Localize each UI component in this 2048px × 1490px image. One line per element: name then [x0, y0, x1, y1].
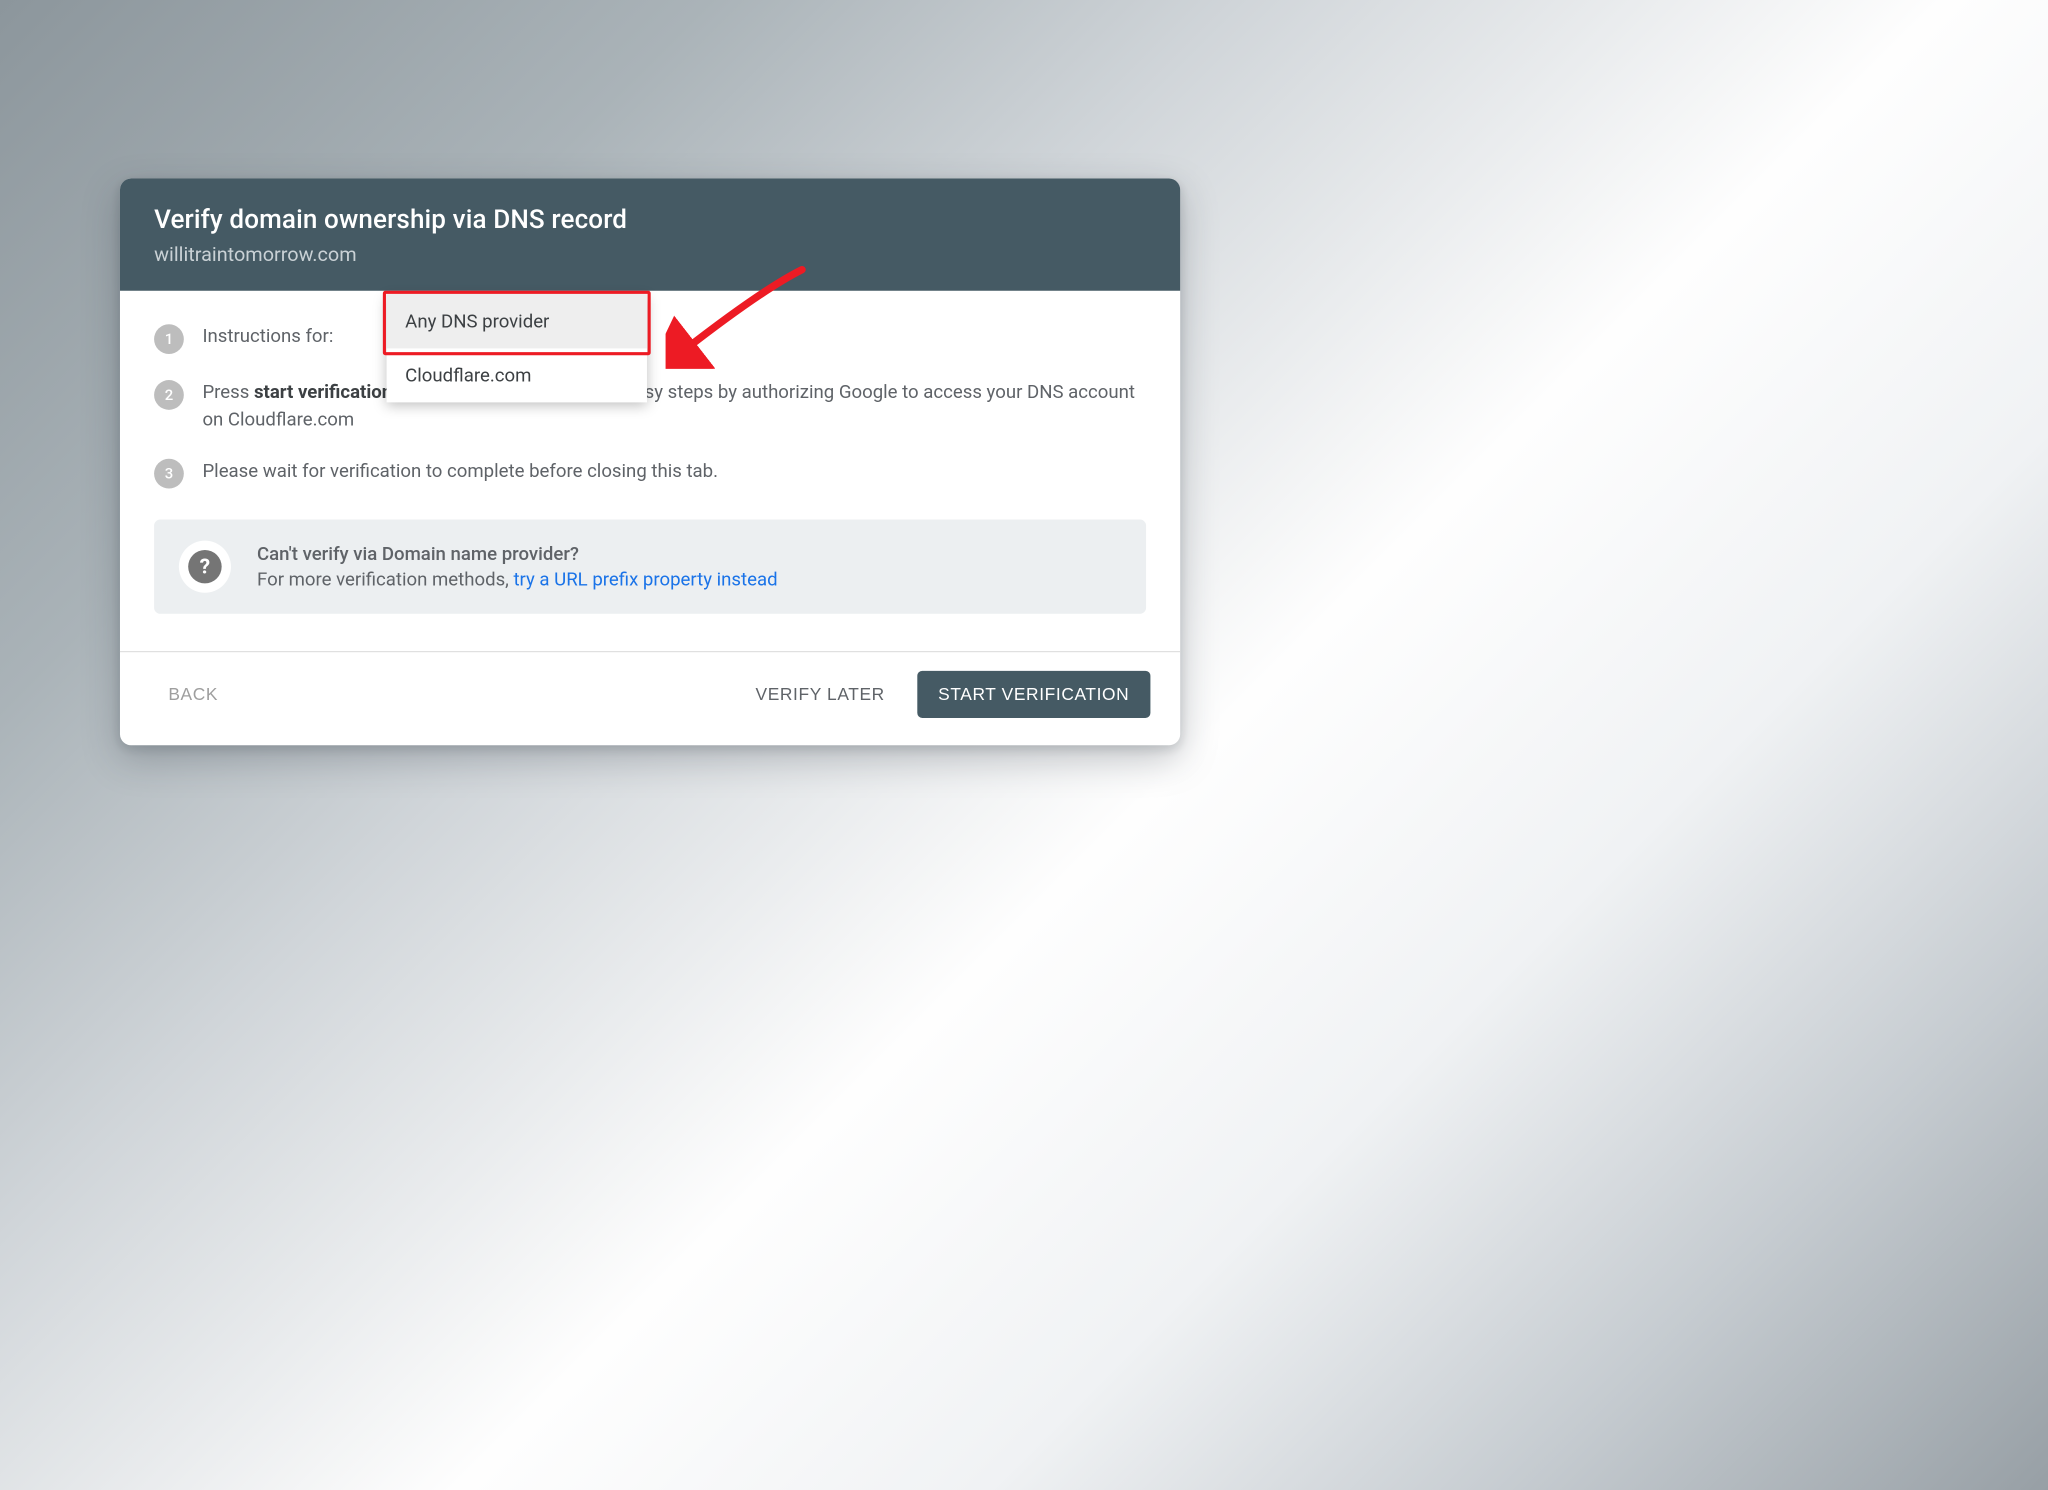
dropdown-menu: Any DNS provider Cloudflare.com [387, 295, 647, 403]
step-number-3: 3 [154, 459, 184, 489]
start-verification-button[interactable]: START VERIFICATION [917, 671, 1150, 718]
step-2-text: Press start verification below and verif… [202, 379, 1146, 433]
step-1-text: Instructions for: [202, 323, 333, 350]
step-2-prefix: Press [202, 381, 254, 403]
dropdown-option-any[interactable]: Any DNS provider [387, 295, 647, 349]
alt-method-body: For more verification methods, try a URL… [257, 569, 778, 591]
step-2-bold: start verification [254, 381, 392, 403]
step-number-2: 2 [154, 380, 184, 410]
dialog-subtitle: willitraintomorrow.com [154, 242, 1146, 266]
alt-method-text: Can't verify via Domain name provider? F… [257, 543, 778, 590]
footer-right: VERIFY LATER START VERIFICATION [737, 671, 1151, 718]
dropdown-option-cloudflare[interactable]: Cloudflare.com [387, 348, 647, 402]
help-icon: ? [179, 541, 231, 593]
dialog-title: Verify domain ownership via DNS record [154, 205, 1146, 235]
verify-later-button[interactable]: VERIFY LATER [737, 671, 904, 718]
url-prefix-link[interactable]: try a URL prefix property instead [513, 569, 777, 591]
dns-provider-dropdown[interactable]: Any DNS provider Cloudflare.com [387, 295, 647, 403]
step-3-text: Please wait for verification to complete… [202, 458, 718, 485]
dialog-header: Verify domain ownership via DNS record w… [120, 179, 1180, 291]
dialog-body: Any DNS provider Cloudflare.com 1 Instru… [120, 291, 1180, 651]
step-1: 1 Instructions for: [154, 323, 1146, 354]
back-button[interactable]: BACK [150, 671, 237, 718]
step-3: 3 Please wait for verification to comple… [154, 458, 1146, 489]
verify-dialog: Verify domain ownership via DNS record w… [120, 179, 1180, 746]
alt-method-lead: For more verification methods, [257, 569, 513, 591]
alt-method-title: Can't verify via Domain name provider? [257, 543, 778, 565]
step-2: 2 Press start verification below and ver… [154, 379, 1146, 433]
question-mark-icon: ? [188, 550, 221, 583]
dialog-footer: BACK VERIFY LATER START VERIFICATION [120, 651, 1180, 745]
alt-method-info: ? Can't verify via Domain name provider?… [154, 520, 1146, 614]
step-number-1: 1 [154, 324, 184, 354]
